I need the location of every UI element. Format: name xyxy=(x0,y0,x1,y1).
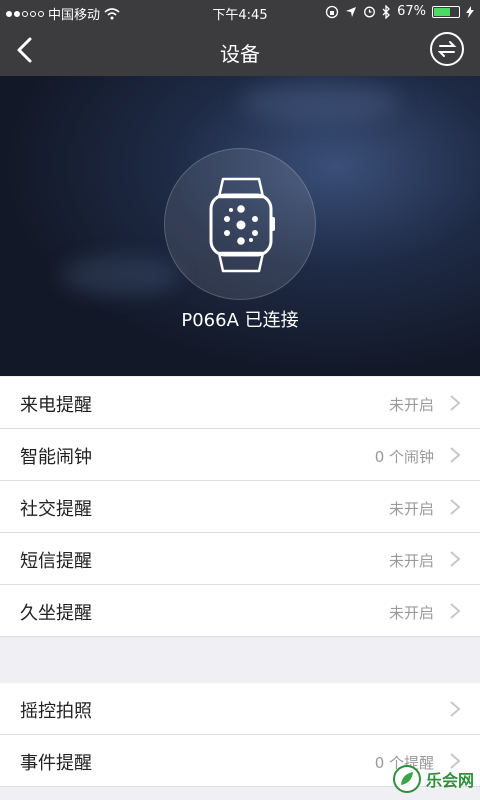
setting-row-sedentary-reminder[interactable]: 久坐提醒 未开启 xyxy=(0,585,480,637)
setting-label: 摇控拍照 xyxy=(20,701,92,722)
chevron-right-icon xyxy=(450,447,461,463)
setting-value: 未开启 xyxy=(388,500,434,518)
device-hero: P066A 已连接 xyxy=(0,76,480,376)
setting-label: 智能闹钟 xyxy=(20,447,92,468)
chevron-right-icon xyxy=(450,603,461,619)
setting-value: 未开启 xyxy=(388,396,434,414)
settings-group-reminders: 来电提醒 未开启 智能闹钟 0 个闹钟 社交提醒 未开启 短信提醒 未开启 久坐… xyxy=(0,377,480,637)
status-right: 67% xyxy=(325,4,474,19)
watermark-text: 乐会网 xyxy=(425,771,474,790)
alarm-icon xyxy=(364,6,376,18)
setting-label: 来电提醒 xyxy=(20,395,92,416)
swap-arrows-icon xyxy=(437,41,457,57)
setting-value: 0 个闹钟 xyxy=(374,448,434,466)
battery-percent: 67% xyxy=(397,4,426,19)
chevron-right-icon xyxy=(450,701,461,717)
chevron-right-icon xyxy=(450,551,461,567)
site-watermark: 乐会网 xyxy=(392,764,474,794)
leaf-logo-icon xyxy=(392,765,421,793)
setting-row-call-reminder[interactable]: 来电提醒 未开启 xyxy=(0,377,480,429)
battery-level xyxy=(434,7,451,16)
setting-label: 短信提醒 xyxy=(20,551,92,572)
switch-device-button[interactable] xyxy=(430,32,464,66)
device-icon-circle[interactable] xyxy=(164,148,316,300)
location-icon xyxy=(346,6,357,17)
chevron-right-icon xyxy=(450,395,461,411)
hero-cloud xyxy=(240,82,400,122)
setting-label: 久坐提醒 xyxy=(20,603,92,624)
setting-row-sms-reminder[interactable]: 短信提醒 未开启 xyxy=(0,533,480,585)
device-connection-status: P066A 已连接 xyxy=(181,310,299,331)
charging-icon xyxy=(466,5,474,18)
setting-label: 社交提醒 xyxy=(20,499,92,520)
smartwatch-icon xyxy=(209,177,275,273)
battery-icon xyxy=(432,5,460,18)
hero-cloud xyxy=(60,256,180,296)
setting-value: 未开启 xyxy=(388,604,434,622)
setting-value: 未开启 xyxy=(388,552,434,570)
navigation-bar: 设备 xyxy=(0,24,480,76)
status-bar: 中国移动 下午4:45 67% xyxy=(0,0,480,24)
chevron-right-icon xyxy=(450,499,461,515)
setting-row-remote-camera[interactable]: 摇控拍照 xyxy=(0,683,480,735)
bluetooth-icon xyxy=(382,4,391,19)
page-title: 设备 xyxy=(220,42,260,66)
setting-row-social-reminder[interactable]: 社交提醒 未开启 xyxy=(0,481,480,533)
setting-row-smart-alarm[interactable]: 智能闹钟 0 个闹钟 xyxy=(0,429,480,481)
setting-label: 事件提醒 xyxy=(20,753,92,774)
rotation-lock-icon xyxy=(325,5,339,18)
